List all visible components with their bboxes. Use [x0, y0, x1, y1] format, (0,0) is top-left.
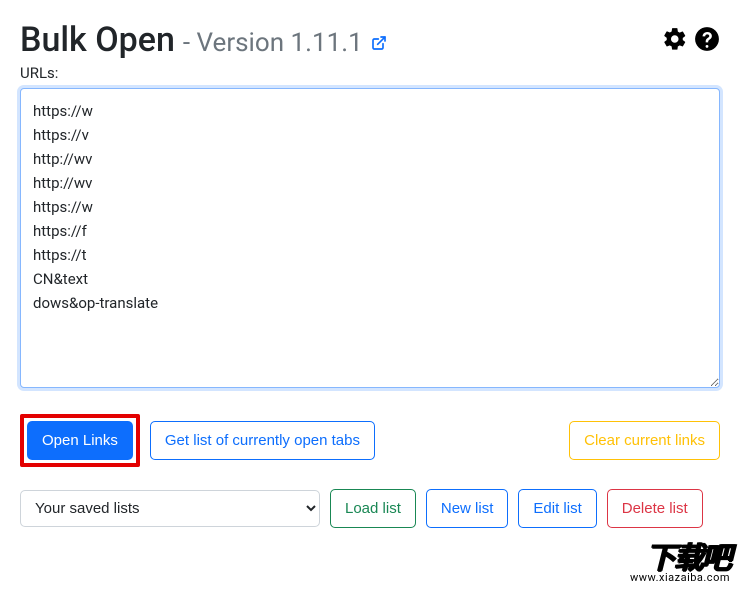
new-list-button[interactable]: New list: [426, 489, 509, 528]
help-icon[interactable]: [694, 26, 720, 56]
version-label: - Version 1.11.1: [183, 28, 363, 58]
external-link-icon[interactable]: [371, 35, 387, 55]
delete-list-button[interactable]: Delete list: [607, 489, 703, 528]
edit-list-button[interactable]: Edit list: [518, 489, 596, 528]
gear-icon[interactable]: [662, 26, 688, 56]
clear-links-button[interactable]: Clear current links: [569, 421, 720, 460]
open-links-button[interactable]: Open Links: [27, 421, 133, 460]
page-title: Bulk Open: [20, 20, 175, 60]
get-tabs-button[interactable]: Get list of currently open tabs: [150, 421, 375, 460]
watermark: 下载吧 www.xiazaiba.com: [630, 533, 730, 584]
load-list-button[interactable]: Load list: [330, 489, 416, 528]
urls-textarea[interactable]: [20, 88, 720, 388]
urls-label: URLs:: [20, 64, 720, 82]
saved-lists-select[interactable]: Your saved lists: [20, 490, 320, 527]
highlight-open-links: Open Links: [20, 414, 140, 467]
